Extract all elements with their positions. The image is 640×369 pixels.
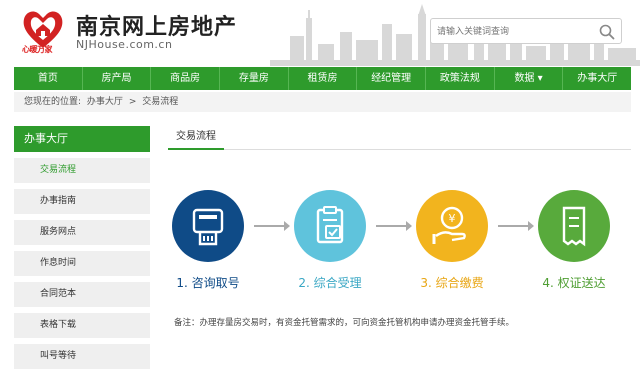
sidebar: 办事大厅 交易流程 办事指南 服务网点 作息时间 合同范本 表格下载 叫号等待 bbox=[14, 126, 150, 369]
site-domain: NJHouse.com.cn bbox=[76, 38, 173, 51]
breadcrumb-link-service-hall[interactable]: 办事大厅 bbox=[87, 97, 123, 107]
nav-item-home[interactable]: 首页 bbox=[14, 67, 83, 90]
site-header: 心暖万家 南京网上房地产 NJHouse.com.cn bbox=[0, 0, 640, 66]
step-3-circle: ¥ bbox=[416, 190, 488, 262]
breadcrumb-current: 交易流程 bbox=[142, 97, 179, 107]
site-name[interactable]: 南京网上房地产 bbox=[76, 9, 237, 41]
step-1-circle bbox=[172, 190, 244, 262]
nav-item-resale-homes[interactable]: 存量房 bbox=[220, 67, 289, 90]
step-2-label: 2. 综合受理 bbox=[298, 276, 362, 290]
sidebar-item-contract-templates[interactable]: 合同范本 bbox=[14, 282, 150, 307]
step-3-label: 3. 综合缴费 bbox=[420, 276, 484, 290]
coin-hand-icon: ¥ bbox=[432, 206, 466, 244]
sidebar-item-form-downloads[interactable]: 表格下载 bbox=[14, 313, 150, 338]
breadcrumb: 您现在的位置: 办事大厅 > 交易流程 bbox=[14, 92, 631, 112]
arrow-right-icon bbox=[498, 221, 534, 231]
search-input[interactable] bbox=[437, 23, 597, 41]
sidebar-item-working-hours[interactable]: 作息时间 bbox=[14, 251, 150, 276]
nav-item-rentals[interactable]: 租赁房 bbox=[289, 67, 358, 90]
step-4-circle bbox=[538, 190, 610, 262]
svg-text:¥: ¥ bbox=[449, 212, 456, 225]
nav-item-policies[interactable]: 政策法规 bbox=[426, 67, 495, 90]
main-content: 交易流程 bbox=[168, 126, 631, 150]
note-text: 备注：办理存量房交易时，有资金托管需求的，可向资金托管机构申请办理资金托管手续。 bbox=[174, 318, 515, 328]
step-4-label: 4. 权证送达 bbox=[542, 276, 606, 290]
ticket-machine-icon bbox=[192, 208, 224, 246]
main-nav: 首页 房产局 商品房 存量房 租赁房 经纪管理 政策法规 数据 ▾ 办事大厅 bbox=[14, 67, 632, 90]
nav-item-data-dropdown[interactable]: 数据 ▾ bbox=[495, 67, 564, 90]
clipboard-check-icon bbox=[316, 206, 344, 244]
nav-item-brokerage[interactable]: 经纪管理 bbox=[357, 67, 427, 90]
sidebar-item-transaction-process[interactable]: 交易流程 bbox=[14, 158, 150, 183]
sidebar-title: 办事大厅 bbox=[14, 126, 150, 152]
process-steps: 1. 咨询取号 2. 综合受理 ¥ 3. 综合缴费 4. 权证送达 bbox=[168, 190, 631, 300]
breadcrumb-prefix: 您现在的位置: bbox=[24, 97, 82, 107]
nav-item-new-homes[interactable]: 商品房 bbox=[151, 67, 221, 90]
search-box[interactable] bbox=[430, 18, 622, 44]
sidebar-item-queue-waiting[interactable]: 叫号等待 bbox=[14, 344, 150, 369]
step-1-label: 1. 咨询取号 bbox=[176, 276, 240, 290]
content-tab-row: 交易流程 bbox=[168, 126, 631, 150]
step-2-circle bbox=[294, 190, 366, 262]
breadcrumb-separator: > bbox=[128, 97, 137, 107]
sidebar-item-guide[interactable]: 办事指南 bbox=[14, 189, 150, 214]
logo-tagline: 心暖万家 bbox=[22, 45, 53, 54]
arrow-right-icon bbox=[254, 221, 290, 231]
tab-transaction-process[interactable]: 交易流程 bbox=[168, 126, 224, 150]
nav-item-service-hall[interactable]: 办事大厅 bbox=[563, 67, 632, 90]
search-icon[interactable] bbox=[598, 23, 616, 41]
arrow-right-icon bbox=[376, 221, 412, 231]
certificate-receipt-icon bbox=[562, 206, 586, 247]
sidebar-item-service-points[interactable]: 服务网点 bbox=[14, 220, 150, 245]
nav-item-housing-bureau[interactable]: 房产局 bbox=[83, 67, 152, 90]
